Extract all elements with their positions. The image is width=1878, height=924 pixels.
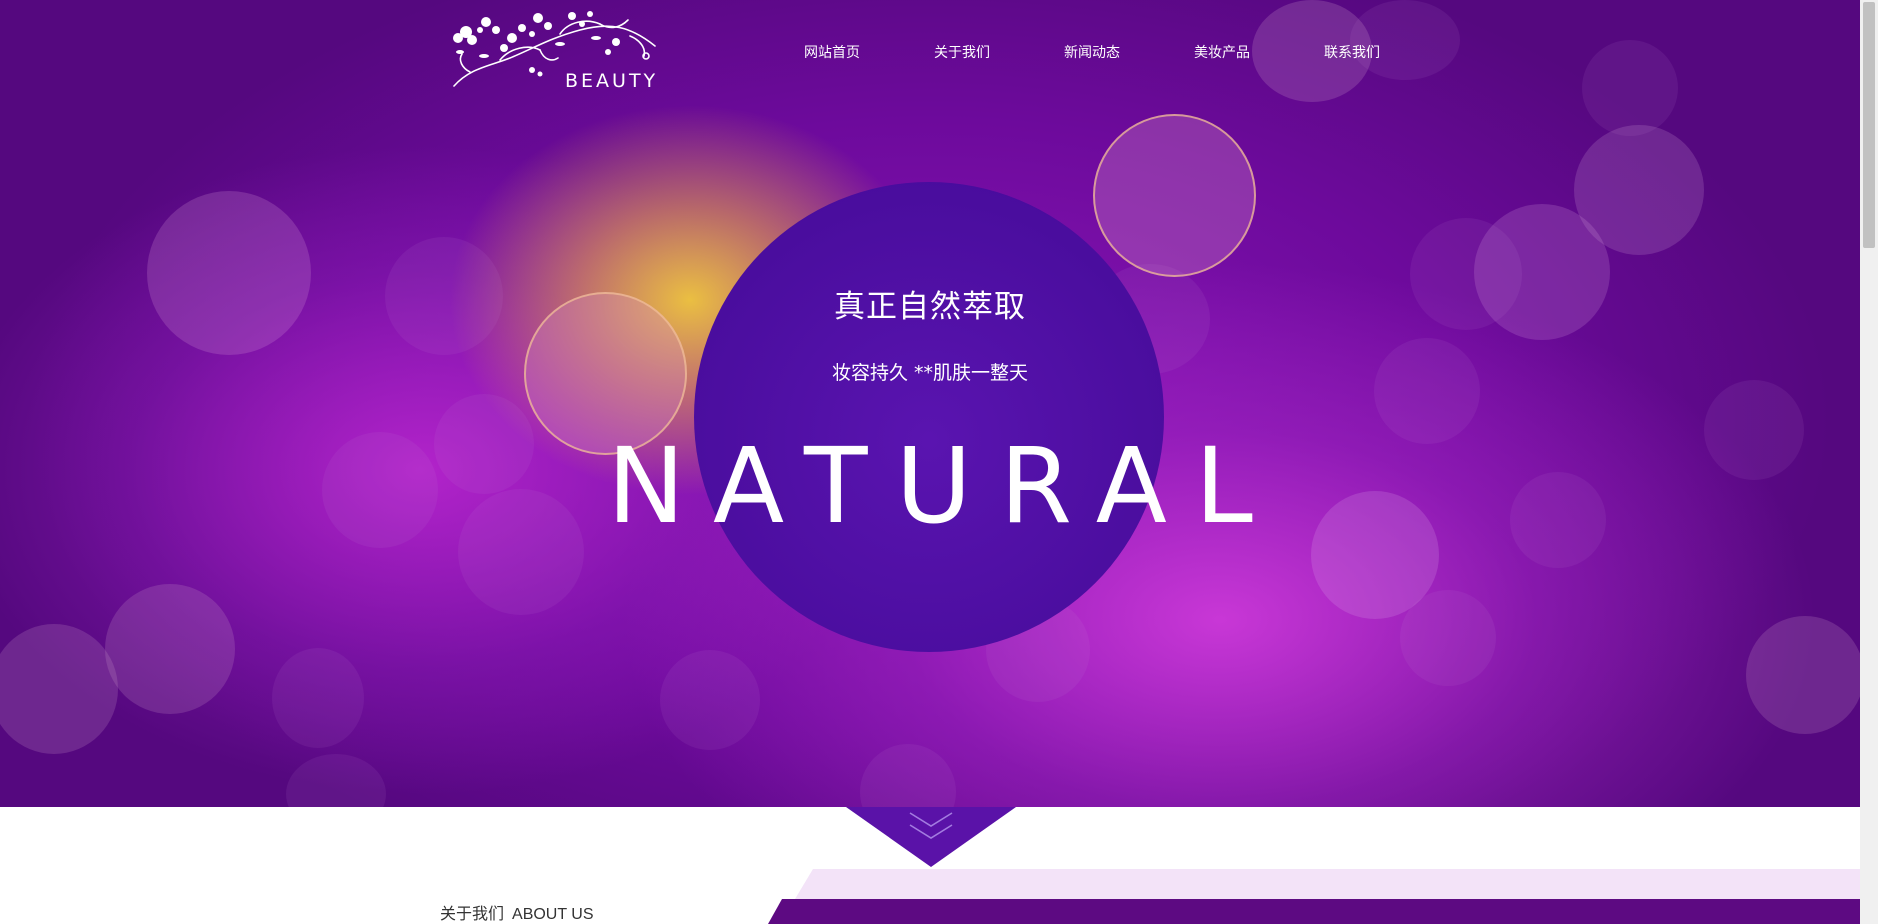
bokeh-circle	[272, 648, 364, 748]
vertical-scrollbar[interactable]	[1860, 0, 1878, 924]
hero-big-word: NATURAL	[607, 425, 1281, 547]
about-strip-dark	[768, 899, 1860, 924]
hero-title: 真正自然萃取	[834, 289, 1026, 325]
page: BEAUTY 网站首页 关于我们 新闻动态 美妆产品 联系我们 真正自然萃取 妆…	[0, 0, 1878, 924]
main-nav: 网站首页 关于我们 新闻动态 美妆产品 联系我们	[0, 42, 1860, 62]
bokeh-circle	[286, 754, 386, 807]
about-heading-en: ABOUT US	[512, 906, 594, 923]
nav-item-about[interactable]: 关于我们	[934, 42, 990, 62]
bokeh-ring-circle	[1093, 114, 1256, 277]
nav-item-home[interactable]: 网站首页	[804, 42, 860, 62]
about-strip-light	[795, 869, 1860, 899]
bokeh-circle	[1350, 0, 1460, 80]
hero-center-disc	[694, 182, 1164, 652]
bokeh-circle	[147, 191, 311, 355]
bokeh-circle	[660, 650, 760, 750]
nav-item-products[interactable]: 美妆产品	[1194, 42, 1250, 62]
about-heading-cn: 关于我们	[440, 904, 505, 923]
nav-item-contact[interactable]: 联系我们	[1324, 42, 1380, 62]
about-heading: 关于我们 ABOUT US	[440, 900, 594, 924]
bokeh-circle	[105, 584, 235, 714]
scrollbar-thumb[interactable]	[1863, 2, 1875, 248]
logo-text: BEAUTY	[565, 70, 659, 92]
bokeh-circle	[860, 744, 956, 807]
bokeh-circle	[1400, 590, 1496, 686]
scroll-down-button[interactable]	[846, 807, 1016, 867]
hero-subtitle: 妆容持久 **肌肤一整天	[831, 362, 1029, 384]
hero-banner: BEAUTY 网站首页 关于我们 新闻动态 美妆产品 联系我们 真正自然萃取 妆…	[0, 0, 1860, 807]
bokeh-circle	[0, 624, 118, 754]
double-chevron-down-icon	[846, 807, 1016, 867]
nav-item-news[interactable]: 新闻动态	[1064, 42, 1120, 62]
bokeh-circle	[1746, 616, 1860, 734]
